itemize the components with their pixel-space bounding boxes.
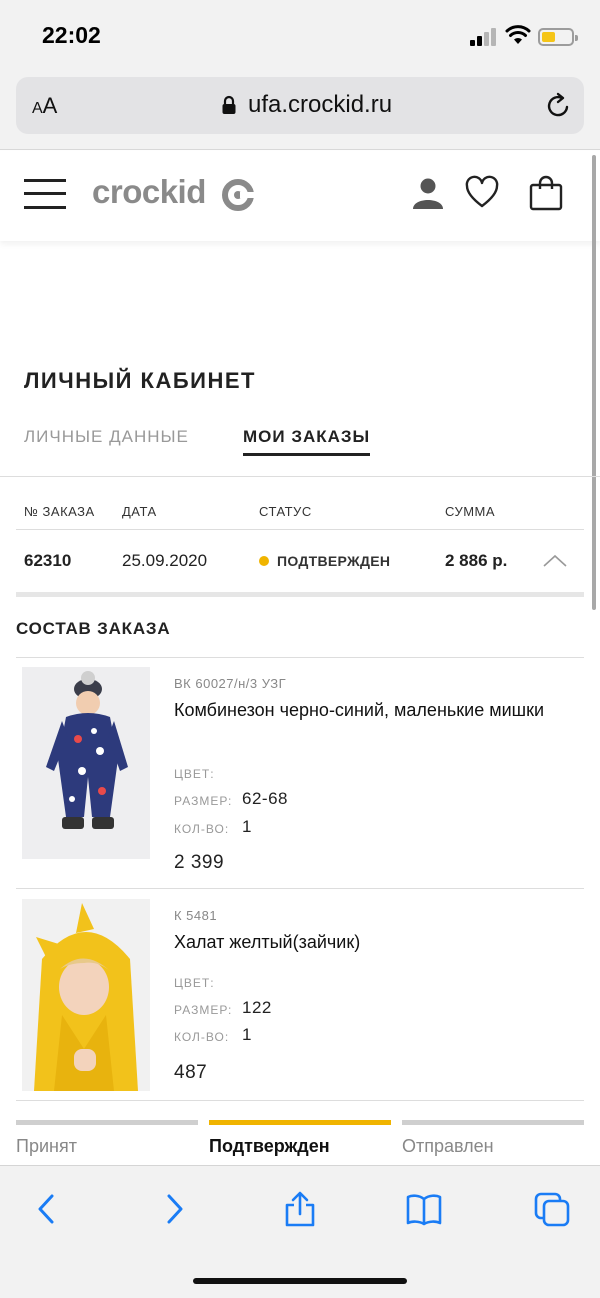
product-price: 2 399 [174,852,225,873]
divider [16,888,584,889]
color-label: ЦВЕТ: [174,976,215,990]
column-header-order-number: № ЗАКАЗА [24,504,95,519]
progress-step-bar-confirmed [209,1120,391,1125]
order-contents-title: СОСТАВ ЗАКАЗА [16,619,171,638]
order-date: 25.09.2020 [122,551,208,570]
size-value: 62-68 [242,789,288,808]
divider [16,529,584,530]
tab-my-orders[interactable]: МОИ ЗАКАЗЫ [243,427,371,456]
heart-icon[interactable] [464,175,500,211]
order-number: 62310 [24,551,72,570]
reader-settings-button[interactable]: AA [32,93,57,119]
home-indicator[interactable] [193,1278,407,1284]
wifi-icon [505,25,531,44]
battery-icon [538,28,578,46]
site-logo[interactable]: crockid [92,173,206,211]
share-icon[interactable] [282,1190,318,1228]
cart-bag-icon[interactable] [528,175,564,211]
column-header-sum: СУММА [445,504,496,519]
forward-icon[interactable] [157,1190,193,1228]
page-title: ЛИЧНЫЙ КАБИНЕТ [24,368,256,393]
divider [16,592,584,597]
status-dot-icon [259,556,269,566]
divider [0,476,600,477]
quantity-value: 1 [242,1025,252,1044]
status-bar: 22:02 [0,0,600,72]
order-item[interactable]: ВК 60027/н/3 УЗГ Комбинезон черно-синий,… [16,667,584,887]
user-icon[interactable] [410,175,446,211]
tab-personal-data[interactable]: ЛИЧНЫЕ ДАННЫЕ [24,427,189,447]
product-price: 487 [174,1062,208,1083]
order-item[interactable]: К 5481 Халат желтый(зайчик) ЦВЕТ: РАЗМЕР… [16,899,584,1099]
color-label: ЦВЕТ: [174,767,215,781]
order-sum: 2 886 р. [445,551,508,570]
product-sku: ВК 60027/н/3 УЗГ [174,676,287,691]
quantity-label: КОЛ-ВО: [174,822,230,836]
logo-mark-icon [222,179,254,211]
url-text[interactable]: ufa.crockid.ru [248,91,392,119]
bookmarks-icon[interactable] [406,1190,442,1228]
lock-icon [222,95,236,114]
progress-step-shipped: Отправлен [402,1136,494,1156]
product-image[interactable] [22,899,150,1091]
order-status: ПОДТВЕРЖДЕН [277,553,391,569]
back-icon[interactable] [28,1190,64,1228]
progress-step-confirmed: Подтвержден [209,1136,330,1156]
size-label: РАЗМЕР: [174,794,233,808]
progress-step-bar-shipped [402,1120,584,1125]
product-image[interactable] [22,667,150,859]
product-name[interactable]: Комбинезон черно-синий, маленькие мишки [174,698,544,722]
product-sku: К 5481 [174,908,218,923]
status-time: 22:02 [42,22,101,48]
column-header-date: ДАТА [122,504,157,519]
size-value: 122 [242,998,272,1017]
divider [16,1100,584,1101]
quantity-label: КОЛ-ВО: [174,1030,230,1044]
cellular-signal-icon [470,28,498,46]
address-bar[interactable]: AA ufa.crockid.ru [16,77,584,134]
browser-address-area: AA ufa.crockid.ru [0,72,600,150]
product-name[interactable]: Халат желтый(зайчик) [174,930,544,954]
progress-step-bar-accepted [16,1120,198,1125]
tabs-icon[interactable] [534,1190,570,1228]
menu-icon[interactable] [24,179,66,211]
divider [16,657,584,658]
progress-step-accepted: Принят [16,1136,77,1156]
page-scrollbar[interactable] [592,155,596,610]
chevron-up-icon[interactable] [542,553,568,569]
site-header: crockid [0,151,600,241]
browser-toolbar [0,1165,600,1298]
quantity-value: 1 [242,817,252,836]
reload-icon[interactable] [543,91,573,121]
size-label: РАЗМЕР: [174,1003,233,1017]
column-header-status: СТАТУС [259,504,312,519]
